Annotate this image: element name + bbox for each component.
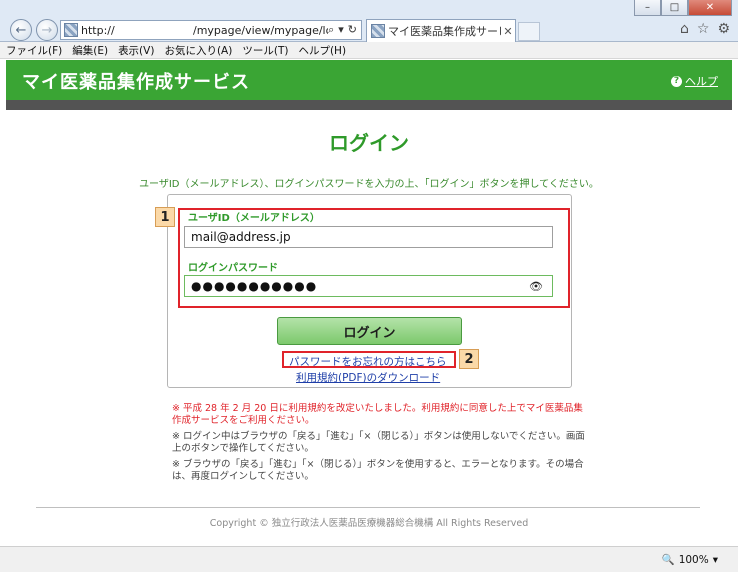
settings-gear-icon[interactable]: ⚙ bbox=[717, 21, 730, 37]
terms-pdf-download-link[interactable]: 利用規約(PDF)のダウンロード bbox=[296, 370, 440, 385]
tab-close-icon[interactable]: ✕ bbox=[501, 25, 515, 38]
menu-help[interactable]: ヘルプ(H) bbox=[298, 43, 346, 58]
zoom-control[interactable]: 🔍 100% ▾ bbox=[661, 553, 718, 567]
help-link[interactable]: ? ヘルプ bbox=[671, 73, 718, 89]
tab-favicon-icon bbox=[371, 24, 385, 38]
help-question-icon: ? bbox=[671, 75, 682, 87]
note-terms-revision: ※ 平成 28 年 2 月 20 日に利用規約を改定いたしました。利用規約に同意… bbox=[172, 403, 583, 426]
callout-box-2 bbox=[282, 351, 456, 368]
dropdown-icon[interactable]: ▾ bbox=[338, 23, 344, 37]
login-button[interactable]: ログイン bbox=[277, 317, 462, 345]
search-icon[interactable]: ⌕ bbox=[328, 23, 334, 37]
refresh-icon[interactable]: ↻ bbox=[348, 23, 357, 37]
callout-box-1 bbox=[178, 208, 570, 308]
maximize-icon[interactable]: □ bbox=[661, 0, 688, 16]
zoom-level: 100% bbox=[678, 553, 709, 566]
footer-divider bbox=[36, 507, 700, 508]
site-header: マイ医薬品集作成サービス ? ヘルプ bbox=[6, 60, 732, 100]
header-divider-bar bbox=[6, 100, 732, 110]
note-browser-buttons: ※ ログイン中はブラウザの「戻る」「進む」「×（閉じる）」ボタンは使用しないでく… bbox=[172, 431, 585, 454]
menu-tools[interactable]: ツール(T) bbox=[242, 43, 288, 58]
callout-number-2: 2 bbox=[459, 349, 479, 369]
favorites-star-icon[interactable]: ☆ bbox=[697, 21, 710, 37]
status-bar: 🔍 100% ▾ bbox=[0, 546, 738, 572]
forward-arrow-icon[interactable]: → bbox=[36, 19, 58, 41]
url-host: http:// bbox=[81, 23, 115, 37]
login-instruction: ユーザID（メールアドレス）、ログインパスワードを入力の上、「ログイン」ボタンを… bbox=[139, 179, 599, 190]
notes-section: ※ 平成 28 年 2 月 20 日に利用規約を改定いたしました。利用規約に同意… bbox=[172, 403, 592, 487]
back-arrow-icon[interactable]: ← bbox=[10, 19, 32, 41]
url-path: /mypage/view/mypage/login.ht bbox=[193, 23, 328, 37]
copyright-text: Copyright © 独立行政法人医薬品医療機器総合機構 All Rights… bbox=[209, 518, 529, 529]
page-title: ログイン bbox=[329, 131, 409, 155]
menu-view[interactable]: 表示(V) bbox=[118, 43, 154, 58]
menu-favorites[interactable]: お気に入り(A) bbox=[164, 43, 232, 58]
tab-title: マイ医薬品集作成サービ... bbox=[388, 25, 501, 38]
site-favicon-icon bbox=[64, 23, 78, 37]
zoom-magnifier-icon: 🔍 bbox=[661, 554, 675, 566]
browser-chrome: – □ ✕ ← → http:// /mypage/view/mypage/lo… bbox=[0, 0, 738, 42]
help-link-label: ヘルプ bbox=[685, 75, 718, 88]
browser-tab-active[interactable]: マイ医薬品集作成サービ... ✕ bbox=[366, 19, 516, 42]
window-close-icon[interactable]: ✕ bbox=[688, 0, 732, 16]
new-tab-button[interactable] bbox=[518, 22, 540, 41]
menu-file[interactable]: ファイル(F) bbox=[6, 43, 62, 58]
minimize-icon[interactable]: – bbox=[634, 0, 661, 16]
callout-number-1: 1 bbox=[155, 207, 175, 227]
menu-bar: ファイル(F) 編集(E) 表示(V) お気に入り(A) ツール(T) ヘルプ(… bbox=[0, 42, 738, 59]
home-icon[interactable]: ⌂ bbox=[680, 21, 689, 37]
address-bar[interactable]: http:// /mypage/view/mypage/login.ht ⌕ ▾… bbox=[60, 20, 362, 40]
menu-edit[interactable]: 編集(E) bbox=[72, 43, 108, 58]
note-error-warning: ※ ブラウザの「戻る」「進む」「×（閉じる）」ボタンを使用すると、エラーとなりま… bbox=[172, 459, 584, 482]
zoom-dropdown-icon: ▾ bbox=[712, 553, 718, 566]
site-title: マイ医薬品集作成サービス bbox=[22, 72, 250, 93]
window-controls: – □ ✕ bbox=[634, 0, 732, 16]
